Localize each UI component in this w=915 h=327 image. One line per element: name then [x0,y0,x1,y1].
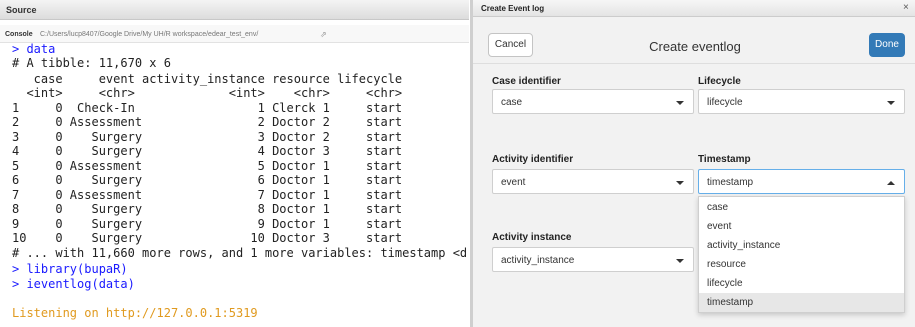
dropdown-option[interactable]: resource [699,255,904,274]
dialog-heading: Create eventlog [649,39,741,54]
cancel-button[interactable]: Cancel [488,33,533,57]
dropdown-option[interactable]: case [699,198,904,217]
dropdown-option-label: case [707,202,729,213]
console-line: # ... with 11,660 more rows, and 1 more … [12,246,468,260]
console-line: 4 0 Surgery 4 Doctor 3 start [12,144,403,158]
console-title: Console [5,31,33,38]
dropdown-option[interactable]: timestamp [699,293,904,312]
console-line: <int> <chr> <int> <chr> <chr> [12,86,403,100]
console-line: > ieventlog(data) [12,277,135,291]
dropdown-option[interactable]: lifecycle [699,274,904,293]
console-line: # A tibble: 11,670 x 6 [12,56,171,70]
activity-instance-label: Activity instance [492,232,572,243]
console-line: > data [12,42,56,56]
case-identifier-select[interactable]: case [492,89,694,114]
console-line: 6 0 Surgery 6 Doctor 1 start [12,173,403,187]
console-line: 2 0 Assessment 2 Doctor 2 start [12,115,403,129]
case-identifier-label: Case identifier [492,76,561,87]
activity-instance-select[interactable]: activity_instance [492,247,694,272]
arrow-icon[interactable]: ⇗ [320,30,327,39]
console-line: > library(bupaR) [12,262,128,276]
chevron-down-icon [676,101,684,105]
case-identifier-value: case [501,97,523,108]
chevron-down-icon [887,101,895,105]
console-line: 7 0 Assessment 7 Doctor 1 start [12,188,403,202]
dropdown-option-label: timestamp [707,297,754,308]
console-line: Listening on http://127.0.0.1:5319 [12,306,258,320]
activity-instance-value: activity_instance [501,255,575,266]
timestamp-dropdown-menu: case event activity_instance resource lifecy… [698,196,905,313]
activity-identifier-label: Activity identifier [492,154,574,165]
done-button[interactable]: Done [869,33,905,57]
activity-identifier-select[interactable]: event [492,169,694,194]
chevron-down-icon [676,259,684,263]
close-icon[interactable]: × [903,2,909,13]
dialog-title: Create Event log [481,4,545,13]
console-line: 9 0 Surgery 9 Doctor 1 start [12,217,403,231]
lifecycle-label: Lifecycle [698,76,741,87]
timestamp-label: Timestamp [698,154,751,165]
console-line: 3 0 Surgery 3 Doctor 2 start [12,130,403,144]
lifecycle-select[interactable]: lifecycle [698,89,905,114]
console-line: 5 0 Assessment 5 Doctor 1 start [12,159,403,173]
dropdown-option-label: resource [707,259,746,270]
timestamp-select[interactable]: timestamp [698,169,905,194]
timestamp-value[interactable]: timestamp [707,177,753,188]
source-pane-title: Source [6,5,37,15]
lifecycle-value: lifecycle [707,97,743,108]
console-line: case event activity_instance resource li… [12,72,403,86]
dropdown-option[interactable]: event [699,217,904,236]
activity-identifier-value: event [501,177,526,188]
chevron-up-icon [887,181,895,185]
console-line: 10 0 Surgery 10 Doctor 3 start [12,231,403,245]
console-working-directory: C:/Users/lucp8407/Google Drive/My UH/R w… [40,31,259,38]
dropdown-option-label: event [707,221,732,232]
source-pane-header [0,0,469,20]
console-line: 8 0 Surgery 8 Doctor 1 start [12,202,403,216]
dropdown-option-label: activity_instance [707,240,781,251]
dropdown-option[interactable]: activity_instance [699,236,904,255]
console-line: 1 0 Check-In 1 Clerck 1 start [12,101,403,115]
dropdown-option-label: lifecycle [707,278,743,289]
chevron-down-icon [676,181,684,185]
